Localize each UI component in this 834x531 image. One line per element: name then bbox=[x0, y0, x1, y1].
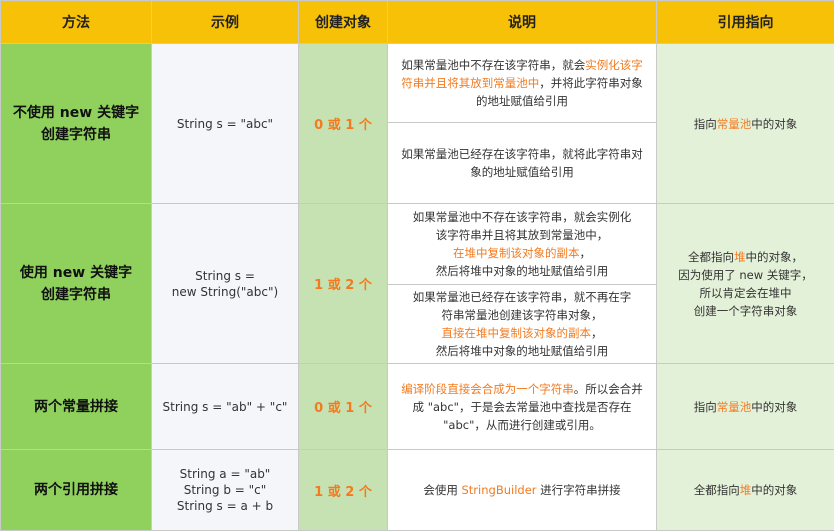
header-reference: 引用指向 bbox=[657, 1, 834, 44]
highlight-text: 常量池 bbox=[717, 400, 752, 414]
highlight-text: StringBuilder bbox=[462, 483, 537, 497]
description-cell: 如果常量池已经存在该字符串，就将此字符串对象的地址赋值给引用 bbox=[388, 123, 657, 204]
count-cell: 1 或 2 个 bbox=[299, 204, 388, 364]
method-line: 使用 new 关键字 bbox=[7, 262, 145, 284]
header-count: 创建对象 bbox=[299, 1, 388, 44]
count-cell: 1 或 2 个 bbox=[299, 450, 388, 531]
header-row: 方法 示例 创建对象 说明 引用指向 bbox=[1, 1, 834, 44]
method-cell: 使用 new 关键字 创建字符串 bbox=[1, 204, 152, 364]
table-row: 两个常量拼接 String s = "ab" + "c" 0 或 1 个 编译阶… bbox=[1, 364, 834, 450]
method-line: 不使用 new 关键字 bbox=[7, 102, 145, 124]
example-line: String s = a + b bbox=[158, 498, 292, 514]
reference-cell: 指向常量池中的对象 bbox=[657, 364, 834, 450]
example-cell: String s = "abc" bbox=[152, 44, 299, 204]
method-line: 创建字符串 bbox=[7, 124, 145, 146]
method-cell: 两个引用拼接 bbox=[1, 450, 152, 531]
example-cell: String s = new String("abc") bbox=[152, 204, 299, 364]
string-creation-table: 方法 示例 创建对象 说明 引用指向 不使用 new 关键字 创建字符串 Str… bbox=[0, 0, 834, 531]
example-line: String s = "abc" bbox=[158, 116, 292, 132]
example-line: new String("abc") bbox=[158, 284, 292, 300]
example-line: String b = "c" bbox=[158, 482, 292, 498]
description-cell: 会使用 StringBuilder 进行字符串拼接 bbox=[388, 450, 657, 531]
method-line: 创建字符串 bbox=[7, 284, 145, 306]
highlight-text: 常量池 bbox=[717, 117, 752, 131]
description-cell: 如果常量池中不存在该字符串，就会实例化 该字符串并且将其放到常量池中， 在堆中复… bbox=[388, 204, 657, 285]
method-line: 两个常量拼接 bbox=[7, 396, 145, 418]
example-line: String a = "ab" bbox=[158, 466, 292, 482]
table-row: 不使用 new 关键字 创建字符串 String s = "abc" 0 或 1… bbox=[1, 44, 834, 123]
description-cell: 编译阶段直接会合成为一个字符串。所以会合并成 "abc"，于是会去常量池中查找是… bbox=[388, 364, 657, 450]
method-line: 两个引用拼接 bbox=[7, 479, 145, 501]
reference-cell: 全都指向堆中的对象 bbox=[657, 450, 834, 531]
count-cell: 0 或 1 个 bbox=[299, 44, 388, 204]
highlight-text: 在堆中复制该对象的副本 bbox=[453, 246, 580, 260]
example-cell: String s = "ab" + "c" bbox=[152, 364, 299, 450]
header-description: 说明 bbox=[388, 1, 657, 44]
method-cell: 不使用 new 关键字 创建字符串 bbox=[1, 44, 152, 204]
description-cell: 如果常量池中不存在该字符串，就会实例化该字符串并且将其放到常量池中，并将此字符串… bbox=[388, 44, 657, 123]
highlight-text: 堆 bbox=[740, 483, 752, 497]
example-cell: String a = "ab" String b = "c" String s … bbox=[152, 450, 299, 531]
method-cell: 两个常量拼接 bbox=[1, 364, 152, 450]
header-example: 示例 bbox=[152, 1, 299, 44]
reference-cell: 指向常量池中的对象 bbox=[657, 44, 834, 204]
description-cell: 如果常量池已经存在该字符串，就不再在字 符串常量池创建该字符串对象， 直接在堆中… bbox=[388, 285, 657, 364]
count-cell: 0 或 1 个 bbox=[299, 364, 388, 450]
table-row: 使用 new 关键字 创建字符串 String s = new String("… bbox=[1, 204, 834, 285]
highlight-text: 编译阶段直接会合成为一个字符串 bbox=[401, 382, 574, 396]
highlight-text: 直接在堆中复制该对象的副本 bbox=[442, 326, 592, 340]
highlight-text: 堆 bbox=[734, 250, 746, 264]
example-line: String s = bbox=[158, 268, 292, 284]
table-row: 两个引用拼接 String a = "ab" String b = "c" St… bbox=[1, 450, 834, 531]
example-line: String s = "ab" + "c" bbox=[158, 399, 292, 415]
reference-cell: 全都指向堆中的对象， 因为使用了 new 关键字， 所以肯定会在堆中 创建一个字… bbox=[657, 204, 834, 364]
header-method: 方法 bbox=[1, 1, 152, 44]
